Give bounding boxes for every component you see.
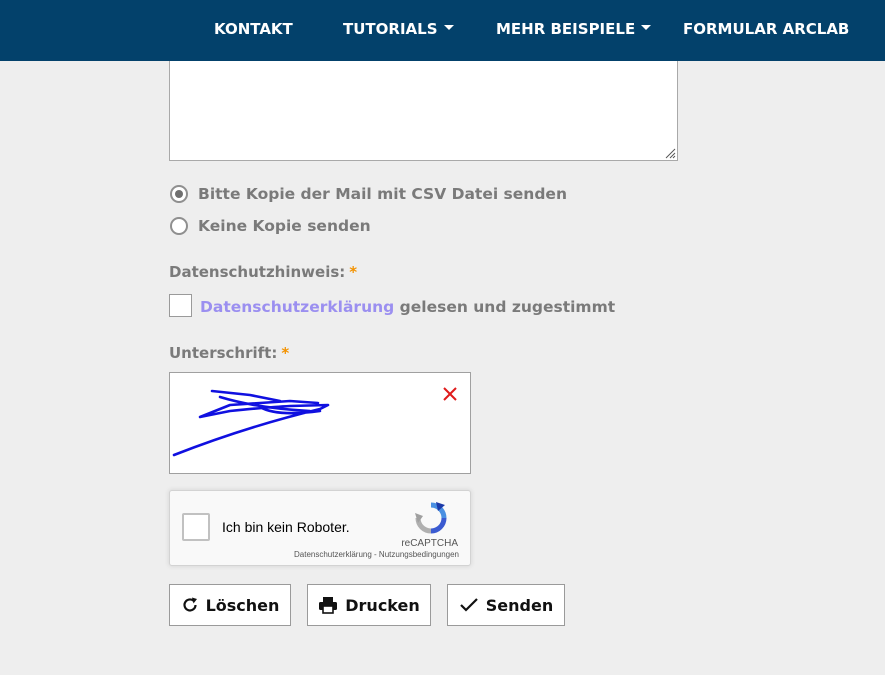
caret-down-icon [443, 25, 454, 30]
radio-option-send-copy[interactable]: Bitte Kopie der Mail mit CSV Datei sende… [170, 183, 567, 205]
refresh-icon [183, 597, 197, 612]
radio-button[interactable] [170, 217, 188, 235]
privacy-policy-link[interactable]: Datenschutzerklärung [200, 298, 394, 316]
resize-grip-icon[interactable] [664, 147, 676, 159]
message-textarea[interactable] [169, 61, 678, 161]
print-button[interactable]: Drucken [307, 584, 431, 626]
recaptcha-label: Ich bin kein Roboter. [222, 519, 350, 535]
radio-button-checked[interactable] [170, 185, 188, 203]
recaptcha-brand: reCAPTCHA [401, 538, 458, 549]
send-button[interactable]: Senden [447, 584, 565, 626]
nav-item-kontakt[interactable]: KONTAKT [214, 0, 293, 61]
required-mark: * [281, 344, 290, 362]
print-button-label: Drucken [345, 595, 420, 615]
signature-label: Unterschrift: * [169, 344, 289, 362]
privacy-consent-text: Datenschutzerklärung gelesen und zugesti… [200, 298, 615, 316]
nav-item-label: MEHR BEISPIELE [496, 20, 636, 38]
signature-pad[interactable] [169, 372, 471, 474]
consent-label: gelesen und zugestimmt [399, 298, 616, 316]
send-button-label: Senden [485, 595, 554, 615]
recaptcha-checkbox[interactable] [182, 513, 210, 541]
privacy-checkbox[interactable] [169, 294, 192, 317]
check-icon [459, 598, 478, 612]
radio-option-no-copy[interactable]: Keine Kopie senden [170, 215, 371, 237]
signature-label-text: Unterschrift: [169, 344, 278, 362]
recaptcha-logo-icon [415, 502, 447, 534]
radio-label: Bitte Kopie der Mail mit CSV Datei sende… [198, 185, 567, 203]
nav-item-label: TUTORIALS [343, 20, 438, 38]
recaptcha-links[interactable]: Datenschutzerklärung - Nutzungsbedingung… [294, 550, 459, 559]
caret-down-icon [641, 25, 652, 30]
privacy-label-text: Datenschutzhinweis: [169, 263, 346, 281]
recaptcha-widget: Ich bin kein Roboter. reCAPTCHA Datensch… [169, 490, 471, 566]
nav-item-mehr-beispiele[interactable]: MEHR BEISPIELE [496, 0, 652, 61]
top-navigation: KONTAKT TUTORIALS MEHR BEISPIELE FORMULA… [0, 0, 885, 61]
nav-item-label: KONTAKT [214, 20, 293, 38]
nav-item-formular-arclab[interactable]: FORMULAR ARCLAB [683, 0, 849, 61]
radio-label: Keine Kopie senden [198, 217, 371, 235]
nav-item-tutorials[interactable]: TUTORIALS [343, 0, 454, 61]
privacy-label: Datenschutzhinweis: * [169, 263, 357, 281]
required-mark: * [349, 263, 358, 281]
print-icon [319, 597, 338, 614]
reset-button[interactable]: Löschen [169, 584, 291, 626]
signature-drawing [172, 389, 330, 457]
close-icon[interactable] [443, 387, 457, 401]
nav-item-label: FORMULAR ARCLAB [683, 20, 850, 38]
reset-button-label: Löschen [205, 595, 280, 615]
